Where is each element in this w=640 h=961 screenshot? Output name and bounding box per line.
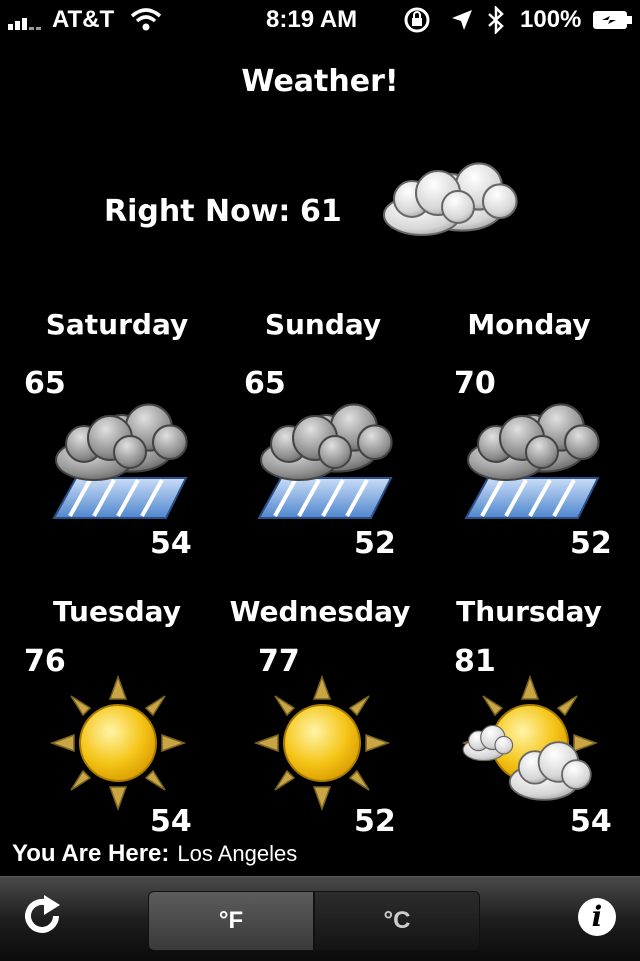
forecast-day-name: Sunday [264,308,382,341]
forecast-low: 52 [570,526,612,561]
rain-icon [52,403,188,519]
status-time: 8:19 AM [266,6,358,33]
forecast-high: 81 [454,644,496,679]
signal-strength-icon [8,10,48,30]
location-arrow-icon [452,10,472,30]
sunny-icon [50,675,186,811]
forecast-low: 54 [570,804,612,839]
location-label: You Are Here: [12,840,170,867]
forecast-low: 54 [150,804,192,839]
partly-cloudy-icon [462,675,599,801]
forecast-day-name: Wednesday [229,595,411,628]
right-now-label: Right Now: [104,194,291,229]
forecast-low: 54 [150,526,192,561]
forecast-high: 77 [258,644,300,679]
forecast-day-name: Tuesday [53,595,181,628]
forecast-day-name: Saturday [45,308,189,341]
bottom-toolbar: °F °C [0,876,640,961]
bluetooth-icon [488,6,504,34]
rain-icon [464,403,600,519]
info-icon[interactable]: i [578,898,616,936]
celsius-button[interactable]: °C [314,891,480,951]
forecast-day-name: Thursday [456,595,602,628]
wifi-icon [130,8,162,31]
status-bar: AT&T 8:19 AM 100% [0,0,640,40]
fahrenheit-button[interactable]: °F [148,891,314,951]
forecast-day-name: Monday [467,308,591,341]
battery-icon [593,11,632,29]
rotation-lock-icon [404,7,430,33]
sunny-icon [254,675,390,811]
current-temperature: 61 [300,194,342,229]
forecast-low: 52 [354,804,396,839]
battery-percent: 100% [520,6,582,33]
location-line: You Are Here: Los Angeles [12,840,297,868]
forecast-high: 76 [24,644,66,679]
app-title: Weather! [241,64,399,99]
location-value: Los Angeles [177,841,298,866]
forecast-low: 52 [354,526,396,561]
cloudy-icon [383,162,518,236]
refresh-icon[interactable] [20,893,66,939]
carrier-name: AT&T [52,6,115,33]
rain-icon [257,403,393,519]
